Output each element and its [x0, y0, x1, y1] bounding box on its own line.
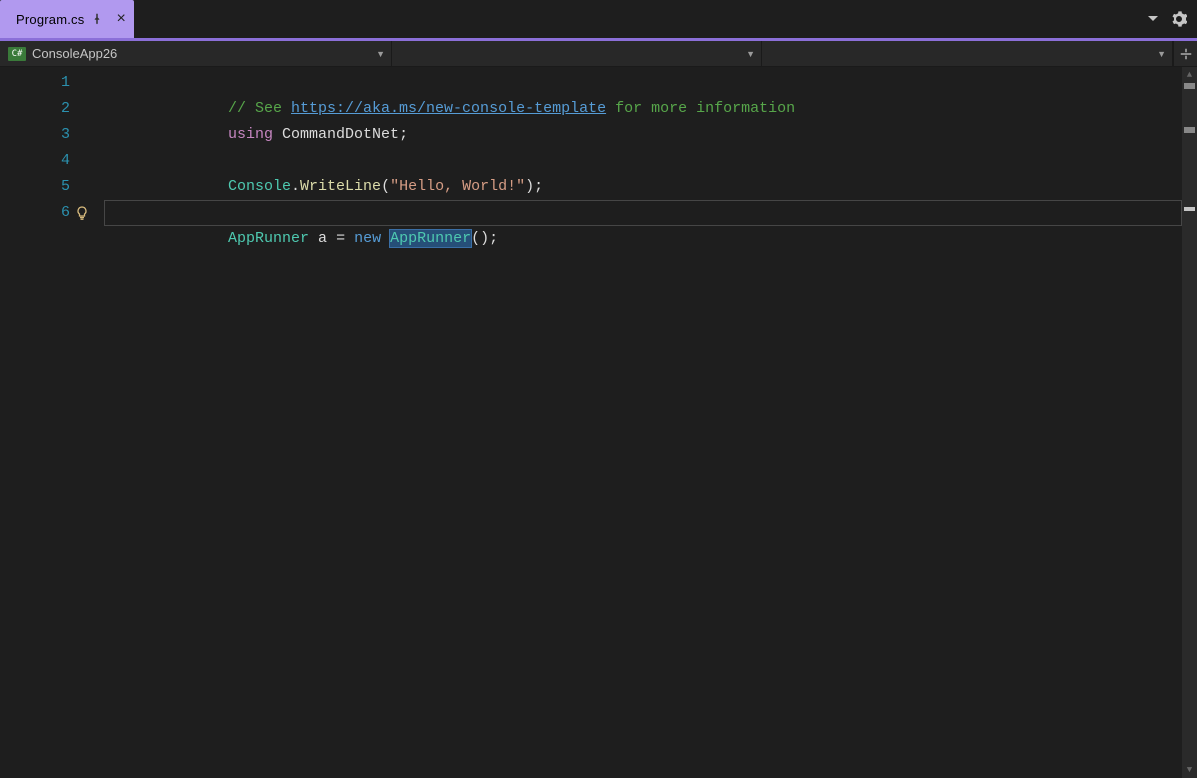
- punct-semi: ;: [399, 126, 408, 143]
- navigation-bar: C# ConsoleApp26 ▼ ▼ ▼: [0, 41, 1197, 67]
- scope-project-label: ConsoleApp26: [32, 46, 117, 61]
- identifier-a: a: [318, 230, 327, 247]
- line-number: 6: [0, 200, 70, 226]
- line-number: 2: [0, 96, 70, 122]
- punct-semi: ;: [534, 178, 543, 195]
- close-icon[interactable]: ×: [116, 11, 126, 27]
- split-editor-icon[interactable]: [1173, 41, 1197, 66]
- scroll-up-icon[interactable]: ▲: [1182, 67, 1197, 83]
- chevron-down-icon: ▼: [1157, 49, 1166, 59]
- ctor-call: ();: [471, 230, 498, 247]
- scope-member-dropdown[interactable]: ▼: [762, 41, 1173, 66]
- punct-rparen: ): [525, 178, 534, 195]
- gear-icon[interactable]: [1171, 11, 1187, 27]
- scroll-caret-marker: [1184, 207, 1195, 211]
- scope-type-dropdown[interactable]: ▼: [392, 41, 762, 66]
- line-number: 1: [0, 70, 70, 96]
- scroll-marker: [1184, 127, 1195, 133]
- space: [381, 230, 390, 247]
- vertical-scrollbar[interactable]: ▲ ▼: [1182, 67, 1197, 778]
- type-approunner: AppRunner: [228, 230, 309, 247]
- pin-icon[interactable]: [90, 12, 104, 26]
- scroll-down-icon[interactable]: ▼: [1182, 762, 1197, 778]
- namespace: CommandDotNet: [273, 126, 399, 143]
- line-number: 4: [0, 148, 70, 174]
- type-console: Console: [228, 178, 291, 195]
- chevron-down-icon[interactable]: [1145, 11, 1161, 27]
- document-tab-program-cs[interactable]: Program.cs ×: [0, 0, 134, 38]
- line-number-gutter: 1 2 3 4 5 6: [0, 67, 70, 778]
- space: [309, 230, 318, 247]
- comment-text: // See: [228, 100, 291, 117]
- url-link[interactable]: https://aka.ms/new-console-template: [291, 100, 606, 117]
- code-content[interactable]: // See https://aka.ms/new-console-templa…: [104, 67, 1197, 778]
- string-literal: "Hello, World!": [390, 178, 525, 195]
- csharp-icon: C#: [8, 47, 26, 61]
- punct-lparen: (: [381, 178, 390, 195]
- line-number: 5: [0, 174, 70, 200]
- assign: =: [327, 230, 354, 247]
- chevron-down-icon: ▼: [376, 49, 385, 59]
- glyph-margin: [70, 67, 104, 778]
- scope-project-dropdown[interactable]: C# ConsoleApp26 ▼: [0, 41, 392, 66]
- code-editor[interactable]: { } 1 2 3 4 5 6 // Se: [0, 67, 1197, 778]
- comment-text: for more information: [606, 100, 795, 117]
- chevron-down-icon: ▼: [746, 49, 755, 59]
- keyword-new: new: [354, 230, 381, 247]
- lightbulb-icon[interactable]: [74, 205, 90, 221]
- type-approunner-selected: AppRunner: [390, 230, 471, 247]
- line-number: 3: [0, 122, 70, 148]
- keyword-using: using: [228, 126, 273, 143]
- method-writeline: WriteLine: [300, 178, 381, 195]
- punct-dot: .: [291, 178, 300, 195]
- scroll-marker: [1184, 83, 1195, 89]
- document-tab-label: Program.cs: [16, 12, 84, 27]
